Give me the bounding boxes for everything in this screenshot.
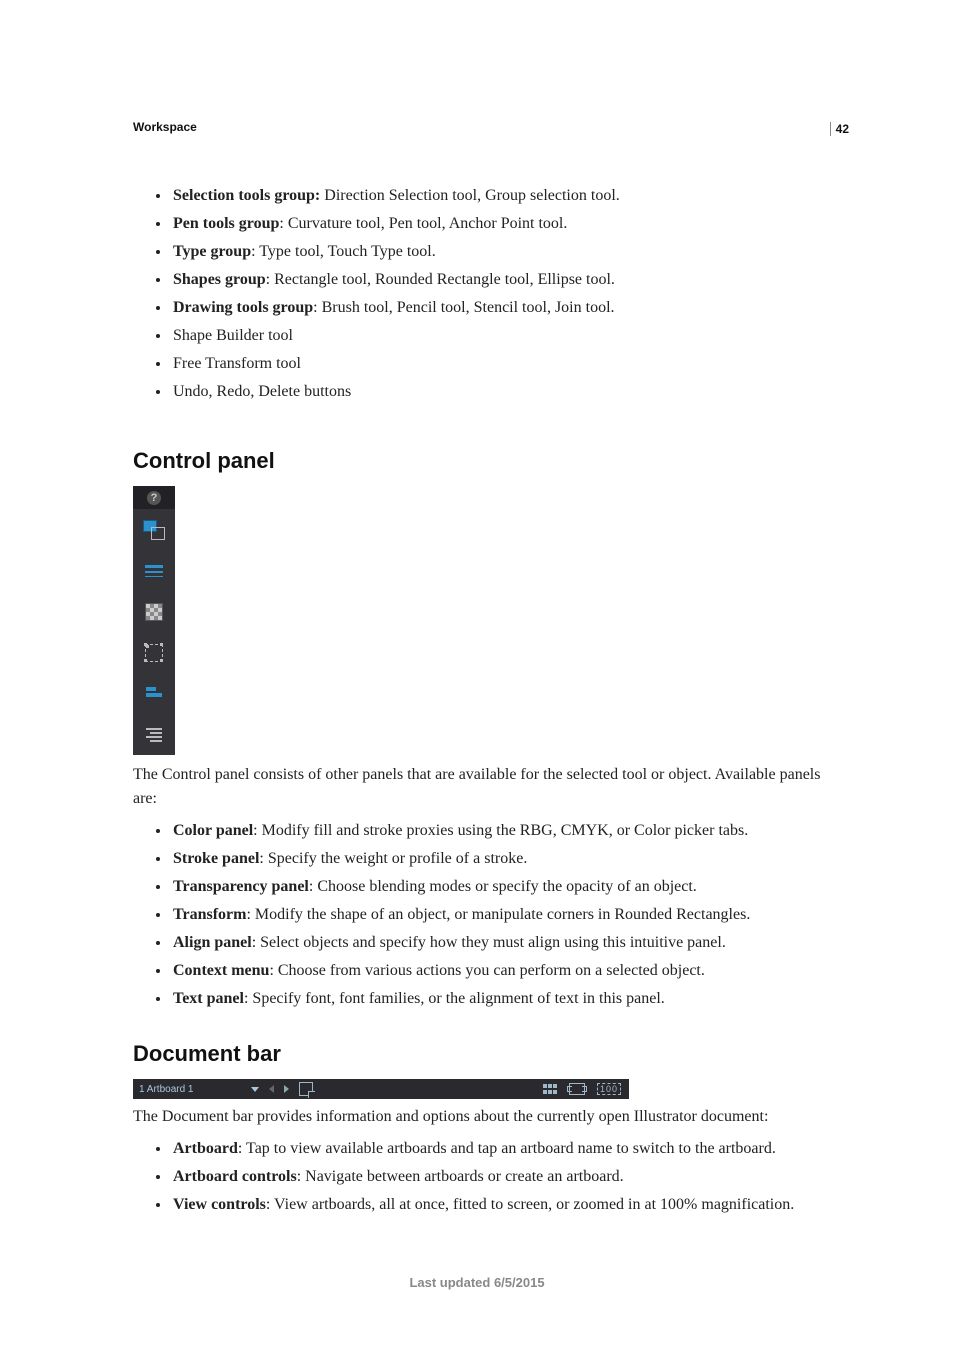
document-bar-intro: The Document bar provides information an… [133, 1105, 844, 1129]
list-item: Shapes group: Rectangle tool, Rounded Re… [171, 266, 844, 294]
list-item: Text panel: Specify font, font families,… [171, 985, 844, 1013]
new-artboard-icon [299, 1082, 313, 1096]
transparency-panel-icon [133, 591, 175, 632]
document-bar-list: Artboard: Tap to view available artboard… [133, 1135, 844, 1219]
list-item: Transform: Modify the shape of an object… [171, 901, 844, 929]
list-item: Stroke panel: Specify the weight or prof… [171, 845, 844, 873]
list-item: Free Transform tool [171, 350, 844, 378]
artboard-dropdown-icon [251, 1087, 259, 1092]
list-item: Transparency panel: Choose blending mode… [171, 873, 844, 901]
transform-panel-icon [133, 632, 175, 673]
list-item: Artboard: Tap to view available artboard… [171, 1135, 844, 1163]
zoom-100-icon: 100 [597, 1083, 621, 1095]
help-icon: ? [133, 486, 175, 509]
list-item: Type group: Type tool, Touch Type tool. [171, 238, 844, 266]
list-item: Artboard controls: Navigate between artb… [171, 1163, 844, 1191]
list-item: Context menu: Choose from various action… [171, 957, 844, 985]
list-item: Selection tools group: Direction Selecti… [171, 182, 844, 210]
color-panel-icon [133, 509, 175, 550]
next-artboard-icon [284, 1085, 289, 1093]
heading-document-bar: Document bar [133, 1041, 844, 1067]
previous-artboard-icon [269, 1085, 274, 1093]
list-item: Undo, Redo, Delete buttons [171, 378, 844, 406]
text-panel-icon [133, 714, 175, 755]
heading-control-panel: Control panel [133, 448, 844, 474]
footer-last-updated: Last updated 6/5/2015 [0, 1275, 954, 1290]
toolbar-tools-list: Selection tools group: Direction Selecti… [133, 182, 844, 406]
list-item: Color panel: Modify fill and stroke prox… [171, 817, 844, 845]
stroke-panel-icon [133, 550, 175, 591]
align-panel-icon [133, 673, 175, 714]
list-item: Pen tools group: Curvature tool, Pen too… [171, 210, 844, 238]
list-item: Drawing tools group: Brush tool, Pencil … [171, 294, 844, 322]
fit-to-screen-icon [569, 1083, 585, 1095]
artboard-name: 1 Artboard 1 [133, 1084, 199, 1095]
control-panel-list: Color panel: Modify fill and stroke prox… [133, 817, 844, 1013]
list-item: Shape Builder tool [171, 322, 844, 350]
control-panel-image: ? [133, 486, 175, 755]
chapter-title: Workspace [133, 120, 844, 134]
list-item: Align panel: Select objects and specify … [171, 929, 844, 957]
list-item: View controls: View artboards, all at on… [171, 1191, 844, 1219]
view-all-artboards-icon [543, 1084, 557, 1094]
document-bar-image: 1 Artboard 1 100 [133, 1079, 629, 1099]
control-panel-intro: The Control panel consists of other pane… [133, 763, 844, 811]
page-number: 42 [830, 122, 849, 136]
